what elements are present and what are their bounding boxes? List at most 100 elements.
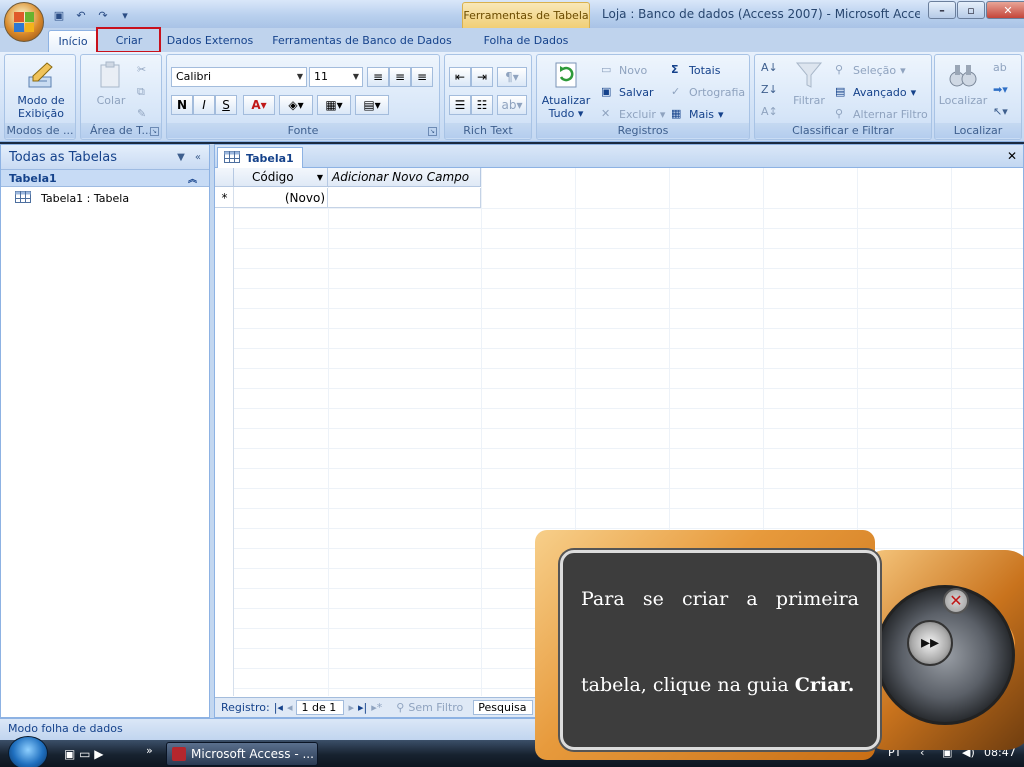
highlight-icon[interactable]: ab▾ <box>497 95 527 115</box>
font-name-combo[interactable]: Calibri ▼ <box>171 67 307 87</box>
first-record-icon[interactable]: |◂ <box>274 701 283 714</box>
refresh-all-button[interactable]: Atualizar Tudo ▾ <box>539 59 593 120</box>
refresh-label2-text: Tudo <box>548 107 575 120</box>
last-record-icon[interactable]: ▸| <box>358 701 367 714</box>
decrease-indent-icon[interactable]: ⇤ <box>449 67 471 87</box>
cut-icon[interactable]: ✂ <box>137 63 146 76</box>
nav-menu-chevron-icon[interactable]: ▼ <box>177 152 185 163</box>
fast-forward-icon[interactable]: ▸▸ <box>907 620 953 666</box>
group-clipboard-label: Área de T... <box>81 123 161 138</box>
cell-add-field-new[interactable] <box>328 188 481 208</box>
font-size-combo[interactable]: 11 ▼ <box>309 67 363 87</box>
nav-group-tabela1[interactable]: Tabela1 ︽ <box>1 170 209 187</box>
new-record-nav-icon[interactable]: ▸* <box>371 701 382 714</box>
selection-button[interactable]: ⚲ Seleção ▾ <box>835 63 906 77</box>
minimize-button[interactable]: – <box>928 1 956 19</box>
paste-button[interactable]: Colar <box>87 59 135 107</box>
spelling-label: Ortografia <box>689 85 746 99</box>
copy-icon[interactable]: ⧉ <box>137 85 145 99</box>
grid-row-line <box>215 348 1023 349</box>
align-right-icon[interactable]: ≡ <box>411 67 433 87</box>
collapse-group-icon[interactable]: ︽ <box>188 172 209 185</box>
column-header-add-field[interactable]: Adicionar Novo Campo <box>328 168 481 187</box>
new-record-button[interactable]: ▭ Novo <box>601 63 647 77</box>
refresh-icon <box>550 59 582 91</box>
more-quicklaunch-icon[interactable]: » <box>146 744 153 757</box>
bullets-icon[interactable]: ☰ <box>449 95 471 115</box>
collapse-pane-icon[interactable]: « <box>195 152 201 163</box>
select-icon[interactable]: ↖▾ <box>993 105 1008 118</box>
group-sort-filter: A↓ Z↓ A↕ Filtrar ⚲ Seleção ▾ ▤ Avançado ▾ … <box>754 54 932 140</box>
advanced-filter-icon: ▤ <box>835 85 846 98</box>
filter-status-label[interactable]: Sem Filtro <box>408 701 463 714</box>
underline-button[interactable]: S <box>215 95 237 115</box>
font-launcher-icon[interactable]: ↘ <box>428 127 437 136</box>
delete-record-button[interactable]: ✕ Excluir ▾ <box>601 107 665 121</box>
chevron-down-icon: ▼ <box>352 72 360 81</box>
clipboard-launcher-icon[interactable]: ↘ <box>150 127 159 136</box>
find-button[interactable]: Localizar <box>937 59 989 107</box>
tab-folha-de-dados[interactable]: Folha de Dados <box>464 30 588 52</box>
sort-ascending-icon[interactable]: A↓ <box>761 61 778 74</box>
toggle-filter-button[interactable]: ⚲ Alternar Filtro <box>835 107 928 121</box>
filter-button[interactable]: Filtrar <box>785 59 833 107</box>
totals-button[interactable]: Σ Totais <box>671 63 720 77</box>
close-document-icon[interactable]: ✕ <box>1007 149 1017 163</box>
grid-row-line <box>215 428 1023 429</box>
next-record-icon[interactable]: ▸ <box>348 701 354 714</box>
binoculars-icon <box>947 59 979 91</box>
taskbar-access-button[interactable]: Microsoft Access - ... <box>166 742 318 766</box>
group-find: Localizar ab ➡▾ ↖▾ Localizar <box>934 54 1022 140</box>
align-left-icon[interactable]: ≡ <box>367 67 389 87</box>
column-header-codigo[interactable]: Código ▼ <box>234 168 328 187</box>
nav-item-tabela1[interactable]: Tabela1 : Tabela <box>1 187 209 209</box>
save-record-button[interactable]: ▣ Salvar <box>601 85 654 99</box>
tab-dados-externos[interactable]: Dados Externos <box>160 30 260 52</box>
view-button[interactable]: Modo de Exibição <box>9 59 73 120</box>
italic-button[interactable]: I <box>193 95 215 115</box>
start-button[interactable] <box>8 736 48 767</box>
alternate-fill-button[interactable]: ▤▾ <box>355 95 389 115</box>
callout-word: se <box>642 588 664 610</box>
redo-icon[interactable]: ↷ <box>94 7 112 23</box>
tab-inicio[interactable]: Início <box>48 30 98 52</box>
search-input[interactable]: Pesquisa <box>473 700 534 715</box>
column-dropdown-icon[interactable]: ▼ <box>317 168 323 187</box>
replace-icon[interactable]: ab <box>993 61 1007 74</box>
prev-record-icon[interactable]: ◂ <box>287 701 293 714</box>
grid-row-line <box>215 368 1023 369</box>
sort-descending-icon[interactable]: Z↓ <box>761 83 778 96</box>
bold-button[interactable]: N <box>171 95 193 115</box>
office-button[interactable] <box>4 2 44 42</box>
font-color-button[interactable]: A▾ <box>243 95 275 115</box>
numbering-icon[interactable]: ☷ <box>471 95 493 115</box>
document-tab-tabela1[interactable]: Tabela1 <box>217 147 303 168</box>
format-painter-icon[interactable]: ✎ <box>137 107 146 120</box>
gridlines-button[interactable]: ▦▾ <box>317 95 351 115</box>
goto-icon[interactable]: ➡▾ <box>993 83 1008 96</box>
navigation-pane: Todas as Tabelas ▼ « Tabela1 ︽ Tabela1 : … <box>0 144 210 718</box>
select-all-corner[interactable] <box>215 168 234 187</box>
tab-ferramentas-bd[interactable]: Ferramentas de Banco de Dados <box>266 30 458 52</box>
align-center-icon[interactable]: ≡ <box>389 67 411 87</box>
clear-sort-icon[interactable]: A↕ <box>761 105 778 118</box>
maximize-button[interactable]: ▫ <box>957 1 985 19</box>
save-icon[interactable]: ▣ <box>50 7 68 23</box>
close-icon[interactable]: ✕ <box>943 588 969 614</box>
paragraph-icon[interactable]: ¶▾ <box>497 67 527 87</box>
spelling-button[interactable]: ✓ Ortografia <box>671 85 745 99</box>
new-record-marker[interactable]: * <box>215 188 234 208</box>
customize-qat-icon[interactable]: ▾ <box>116 7 134 23</box>
close-button[interactable]: ✕ <box>986 1 1024 19</box>
nav-pane-header[interactable]: Todas as Tabelas ▼ « <box>1 145 209 170</box>
advanced-button[interactable]: ▤ Avançado ▾ <box>835 85 916 99</box>
callout-line-2-bold: Criar. <box>794 674 855 696</box>
increase-indent-icon[interactable]: ⇥ <box>471 67 493 87</box>
more-button[interactable]: ▦ Mais ▾ <box>671 107 724 121</box>
quick-launch-icons[interactable]: ▣ ▭ ▶ <box>64 747 104 761</box>
grid-row-line <box>215 388 1023 389</box>
cell-codigo-new[interactable]: (Novo) <box>234 188 328 208</box>
fill-color-button[interactable]: ◈▾ <box>279 95 313 115</box>
record-position-input[interactable]: 1 de 1 <box>296 700 345 715</box>
undo-icon[interactable]: ↶ <box>72 7 90 23</box>
